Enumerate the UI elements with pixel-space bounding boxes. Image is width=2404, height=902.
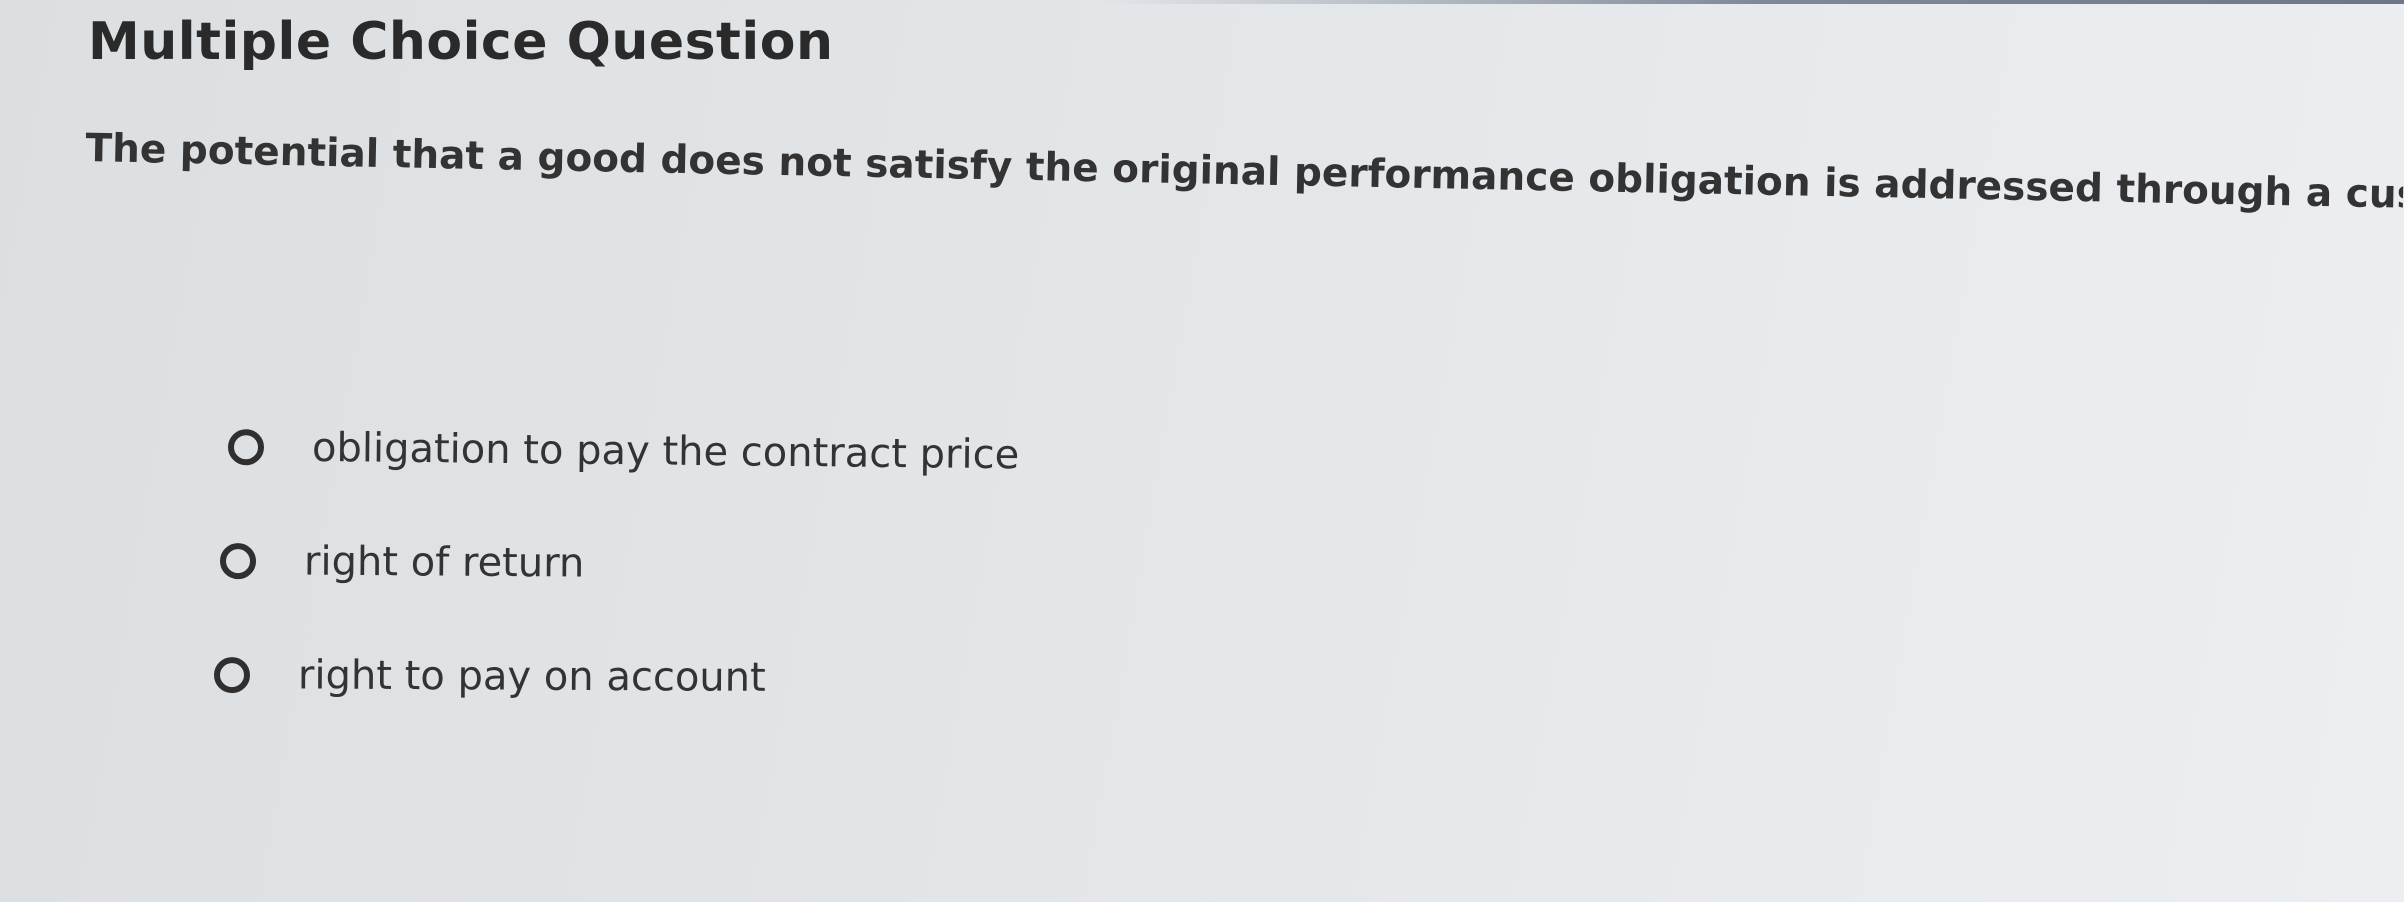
top-border (1100, 0, 2404, 4)
option-label: right of return (303, 538, 585, 587)
option-label: obligation to pay the contract price (311, 424, 1020, 479)
option-label: right to pay on account (297, 652, 766, 701)
option-right-to-pay-on-account[interactable]: right to pay on account (213, 643, 1006, 711)
answer-options: obligation to pay the contract price rig… (213, 415, 1019, 757)
radio-button[interactable] (213, 657, 251, 694)
radio-button[interactable] (227, 429, 265, 466)
option-obligation-to-pay[interactable]: obligation to pay the contract price (227, 415, 1020, 487)
question-prompt: The potential that a good does not satis… (85, 126, 2404, 218)
question-heading: Multiple Choice Question (88, 12, 834, 72)
option-right-of-return[interactable]: right of return (219, 529, 1012, 599)
radio-button[interactable] (219, 543, 257, 580)
